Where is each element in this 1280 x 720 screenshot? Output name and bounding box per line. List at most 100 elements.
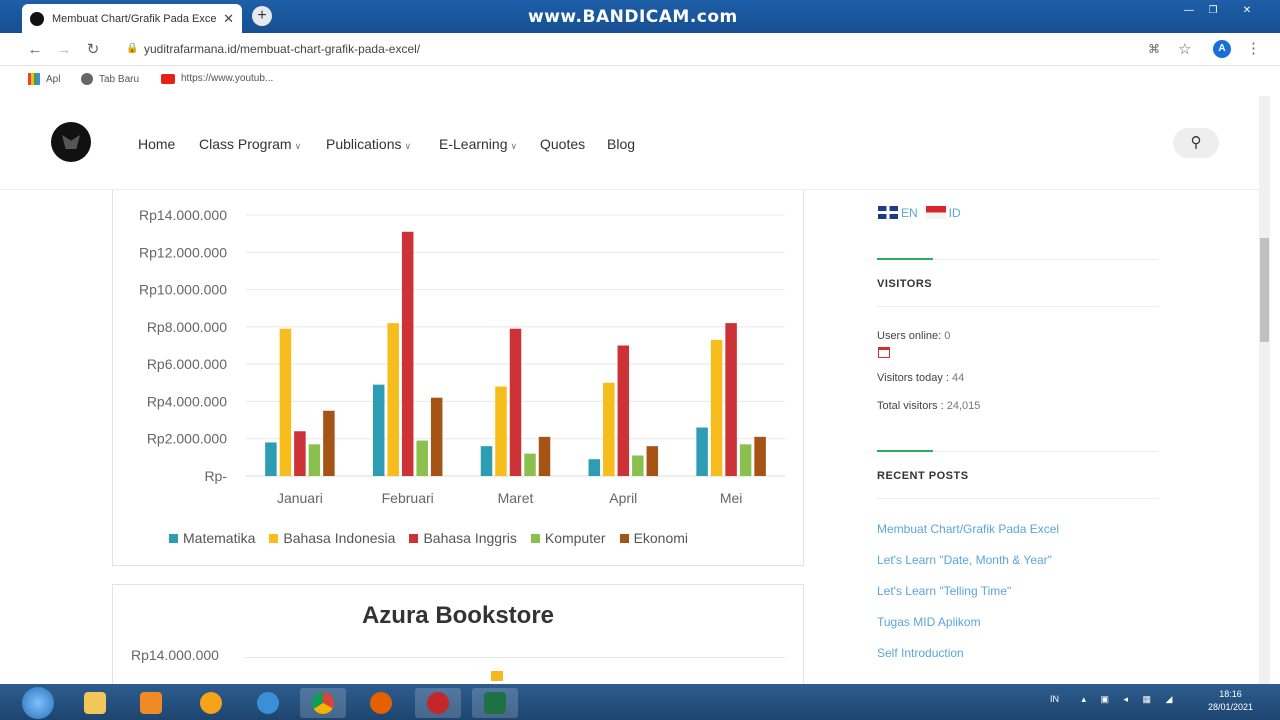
lang-en[interactable]: EN bbox=[878, 206, 918, 220]
bookmarks-bar: Apl Tab Baru https://www.youtub... bbox=[0, 66, 1280, 92]
search-button[interactable]: ⚲ bbox=[1173, 128, 1219, 158]
youtube-icon bbox=[161, 73, 175, 84]
heading-accent bbox=[877, 258, 933, 260]
recent-post-link[interactable]: Self Introduction bbox=[877, 646, 964, 660]
bar bbox=[739, 444, 752, 476]
tab-title: Membuat Chart/Grafik Pada Exce bbox=[52, 12, 217, 25]
nav-label: Class Program bbox=[199, 136, 292, 152]
bookmark-star-icon[interactable]: ☆ bbox=[1178, 40, 1191, 58]
nav-label: Quotes bbox=[540, 136, 586, 152]
site-header: Home Class Program ∨ Publications ∨ E-Lear… bbox=[0, 98, 1270, 190]
lock-icon[interactable]: 🔒 bbox=[126, 43, 138, 54]
minimize-icon[interactable]: — bbox=[1178, 4, 1200, 18]
nav-class-program[interactable]: Class Program ∨ bbox=[199, 136, 301, 152]
language-indicator[interactable]: IN bbox=[1050, 694, 1059, 704]
legend-item: Bahasa Indonesia bbox=[269, 530, 395, 546]
recent-post-link[interactable]: Let's Learn "Date, Month & Year" bbox=[877, 553, 1052, 567]
browser-tab[interactable]: Membuat Chart/Grafik Pada Exce ✕ bbox=[22, 4, 242, 33]
legend-label: Ekonomi bbox=[633, 530, 689, 546]
divider bbox=[877, 306, 1158, 307]
windows-taskbar: IN ▴ ▣ ◂ ▦ ◢ 18:16 28/01/2021 bbox=[0, 684, 1280, 720]
bandicam-icon bbox=[427, 692, 449, 714]
visitors-today: Visitors today : 44 bbox=[877, 372, 964, 384]
total-visitors: Total visitors : 24,015 bbox=[877, 400, 980, 412]
nav-blog[interactable]: Blog bbox=[607, 136, 635, 152]
bookmark-label: Tab Baru bbox=[99, 73, 140, 85]
x-tick-label: Maret bbox=[498, 490, 534, 506]
maximize-icon[interactable]: ❐ bbox=[1202, 4, 1224, 18]
y-tick-label: Rp10.000.000 bbox=[139, 282, 227, 298]
bar bbox=[495, 386, 507, 476]
legend-swatch bbox=[409, 533, 419, 543]
nav-label: Blog bbox=[607, 136, 636, 152]
taskbar-ie[interactable] bbox=[245, 688, 291, 718]
page-scrollbar-thumb[interactable] bbox=[1260, 238, 1269, 342]
taskbar-firefox[interactable] bbox=[358, 688, 404, 718]
bar bbox=[588, 459, 601, 476]
y-tick-label: Rp12.000.000 bbox=[139, 244, 227, 260]
x-tick-label: Februari bbox=[382, 490, 434, 506]
forward-icon[interactable]: → bbox=[55, 41, 73, 59]
bookmark-youtube[interactable]: https://www.youtub... bbox=[161, 73, 273, 84]
gridline bbox=[245, 657, 785, 658]
y-tick-label: Rp14.000.000 bbox=[139, 207, 227, 223]
folder-icon bbox=[84, 692, 106, 714]
bar bbox=[710, 339, 723, 476]
browser-menu-icon[interactable]: ⋮ bbox=[1246, 39, 1261, 57]
close-window-icon[interactable]: ✕ bbox=[1236, 4, 1258, 18]
site-logo[interactable] bbox=[51, 122, 91, 162]
bar bbox=[646, 446, 659, 476]
legend-label: Komputer bbox=[544, 530, 606, 546]
reload-icon[interactable]: ↻ bbox=[84, 41, 102, 59]
translate-icon[interactable]: ⌘ bbox=[1148, 42, 1160, 56]
bookmark-label: https://www.youtub... bbox=[181, 73, 274, 84]
nav-label: Home bbox=[138, 136, 176, 152]
taskbar-app[interactable] bbox=[188, 688, 234, 718]
recent-post-link[interactable]: Let's Learn "Telling Time" bbox=[877, 584, 1011, 598]
bar bbox=[754, 436, 766, 476]
lang-id[interactable]: ID bbox=[925, 206, 961, 220]
bar bbox=[430, 397, 443, 476]
x-tick-label: Mei bbox=[720, 490, 743, 506]
chart-card-azura: Azura Bookstore Rp14.000.000 bbox=[112, 584, 804, 694]
heading-accent bbox=[877, 450, 933, 452]
indonesia-flag-icon bbox=[925, 206, 946, 219]
system-clock[interactable]: 18:16 28/01/2021 bbox=[1208, 688, 1253, 714]
site-favicon-icon bbox=[30, 11, 44, 26]
search-icon: ⚲ bbox=[1190, 134, 1202, 151]
tray-icons[interactable]: ▴ ▣ ◂ ▦ ◢ bbox=[1082, 694, 1179, 704]
nav-label: E-Learning bbox=[439, 136, 508, 152]
recent-post-link[interactable]: Membuat Chart/Grafik Pada Excel bbox=[877, 522, 1059, 536]
bar bbox=[491, 671, 503, 681]
chart-card: Rp14.000.000 Rp12.000.000 Rp10.000.000 Rp8.… bbox=[112, 190, 804, 566]
taskbar-excel[interactable] bbox=[472, 688, 518, 718]
recent-posts-heading: RECENT POSTS bbox=[877, 470, 969, 482]
bookmark-apps[interactable]: Apl bbox=[28, 73, 60, 85]
nav-home[interactable]: Home bbox=[138, 136, 175, 152]
bar bbox=[308, 444, 321, 476]
bar bbox=[524, 453, 536, 476]
visitors-heading: VISITORS bbox=[877, 278, 933, 290]
nav-publications[interactable]: Publications ∨ bbox=[326, 136, 411, 152]
bookmark-new-tab[interactable]: Tab Baru bbox=[81, 73, 139, 85]
apps-grid-icon bbox=[28, 73, 40, 85]
visitors-today-value: 44 bbox=[952, 372, 965, 384]
taskbar-chrome[interactable] bbox=[300, 688, 346, 718]
globe-icon bbox=[81, 73, 93, 85]
profile-avatar[interactable]: A bbox=[1213, 40, 1231, 58]
taskbar-explorer[interactable] bbox=[72, 688, 118, 718]
new-tab-button[interactable]: + bbox=[252, 6, 272, 26]
back-icon[interactable]: ← bbox=[26, 41, 44, 59]
address-bar[interactable]: yuditrafarmana.id/membuat-chart-grafik-p… bbox=[144, 42, 420, 56]
nav-quotes[interactable]: Quotes bbox=[540, 136, 585, 152]
nav-e-learning[interactable]: E-Learning ∨ bbox=[439, 136, 517, 152]
legend-item: Komputer bbox=[530, 530, 606, 546]
page-scrollbar-track[interactable] bbox=[1259, 96, 1270, 684]
taskbar-bandicam[interactable] bbox=[415, 688, 461, 718]
internet-explorer-icon bbox=[257, 692, 279, 714]
close-tab-icon[interactable]: ✕ bbox=[223, 11, 234, 27]
start-button[interactable] bbox=[22, 687, 54, 719]
bar bbox=[509, 328, 522, 476]
taskbar-media-player[interactable] bbox=[128, 688, 174, 718]
recent-post-link[interactable]: Tugas MID Aplikom bbox=[877, 615, 981, 629]
